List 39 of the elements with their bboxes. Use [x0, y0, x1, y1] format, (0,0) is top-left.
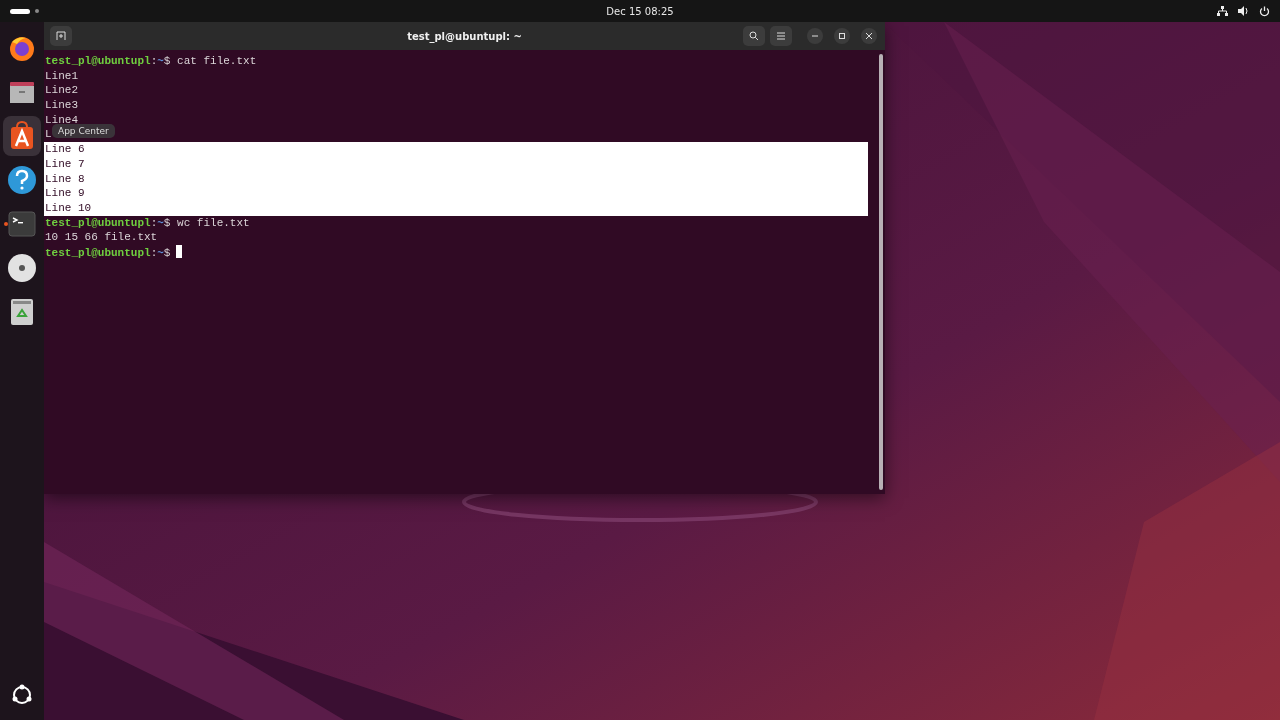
search-button[interactable]: [743, 26, 765, 46]
maximize-icon: [839, 33, 845, 39]
clock[interactable]: Dec 15 08:25: [606, 5, 674, 17]
folder-icon: [8, 79, 36, 105]
close-icon: [866, 33, 872, 39]
minimize-button[interactable]: [807, 28, 823, 44]
terminal-line: Line3: [44, 98, 78, 113]
volume-icon[interactable]: [1238, 6, 1249, 16]
app-grid-icon[interactable]: [11, 684, 33, 706]
network-icon[interactable]: [1217, 6, 1228, 16]
terminal-line: Line4: [44, 112, 78, 127]
search-icon: [749, 31, 759, 41]
maximize-button[interactable]: [834, 28, 850, 44]
terminal-line: test_pl@ubuntupl:~$: [44, 244, 183, 260]
terminal-line: test_pl@ubuntupl:~$ cat file.txt: [44, 54, 257, 69]
workspace-indicator[interactable]: [10, 8, 30, 14]
help-icon: [7, 165, 37, 195]
minimize-icon: [812, 35, 818, 37]
power-icon[interactable]: [1259, 5, 1270, 17]
terminal-line: 10 15 66 file.txt: [44, 230, 158, 245]
scrollbar[interactable]: [879, 54, 883, 490]
close-button[interactable]: [861, 28, 877, 44]
terminal-line: L: [44, 127, 52, 143]
dock-item[interactable]: [3, 116, 41, 156]
disc-icon: [7, 253, 37, 283]
tooltip: App Center: [52, 124, 115, 138]
new-tab-icon: [56, 31, 66, 41]
workspace-dot[interactable]: [35, 9, 39, 13]
new-tab-button[interactable]: [50, 26, 72, 46]
shopping-bag-icon: [8, 121, 36, 151]
window-title: test_pl@ubuntupl: ~: [407, 30, 522, 42]
menu-button[interactable]: [770, 26, 792, 46]
browser-icon: [8, 34, 36, 62]
menu-icon: [777, 32, 785, 40]
terminal-line: Line1: [44, 68, 78, 84]
terminal-line: test_pl@ubuntupl:~$ wc file.txt: [44, 215, 250, 231]
trash-icon: [10, 298, 34, 326]
terminal-line: Line2: [44, 83, 78, 99]
terminal-icon: [8, 211, 36, 237]
